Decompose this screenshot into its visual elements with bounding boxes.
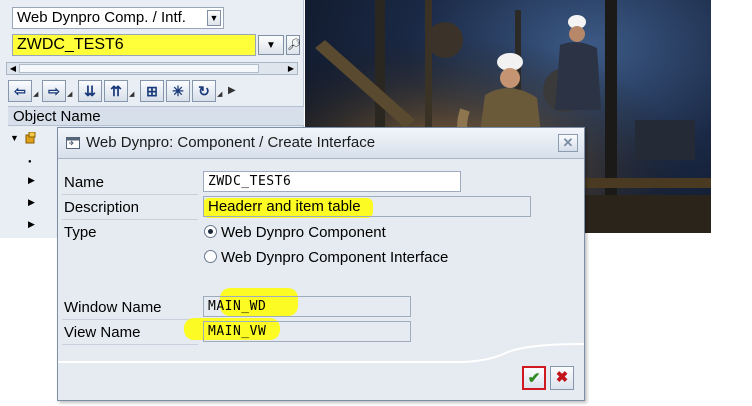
hierarchy-icon[interactable]: ⊞ xyxy=(140,80,164,102)
object-name-column-header: Object Name xyxy=(8,106,304,126)
name-field[interactable]: ZWDC_TEST6 xyxy=(203,171,461,192)
confirm-check-icon[interactable]: ✔ xyxy=(522,366,546,390)
tree-node-child-1[interactable]: ● xyxy=(28,152,40,172)
cancel-x-icon[interactable]: ✖ xyxy=(550,366,574,390)
object-type-select[interactable]: Web Dynpro Comp. / Intf. ▼ xyxy=(12,7,224,29)
window-name-value: MAIN_WD xyxy=(208,299,267,314)
radio-label-component: Web Dynpro Component xyxy=(221,224,386,241)
dialog-titlebar[interactable]: Web Dynpro: Component / Create Interface… xyxy=(58,128,584,159)
description-label: Description xyxy=(64,199,140,216)
window-name-label: Window Name xyxy=(64,299,162,316)
forward-arrow-icon[interactable]: ⇨ xyxy=(42,80,66,102)
select-all-icon[interactable]: ✳ xyxy=(166,80,190,102)
name-value: ZWDC_TEST6 xyxy=(208,174,292,189)
object-name-value: ZWDC_TEST6 xyxy=(17,36,124,53)
tree-node-child-3[interactable]: ▶ xyxy=(28,194,40,214)
object-name-input[interactable]: ZWDC_TEST6 xyxy=(12,34,256,56)
view-name-field[interactable]: MAIN_VW xyxy=(203,321,411,342)
radio-web-dynpro-component-interface[interactable]: Web Dynpro Component Interface xyxy=(204,249,448,266)
component-icon xyxy=(25,131,36,144)
object-name-dropdown-icon[interactable]: ▼ xyxy=(258,35,284,55)
dialog-title: Web Dynpro: Component / Create Interface xyxy=(86,134,376,151)
radio-selected-icon[interactable] xyxy=(204,225,217,238)
create-component-dialog: Web Dynpro: Component / Create Interface… xyxy=(57,127,585,401)
view-name-label: View Name xyxy=(64,324,141,341)
type-label: Type xyxy=(64,224,97,241)
scroll-left-icon[interactable]: ◀ xyxy=(7,63,19,74)
object-type-value: Web Dynpro Comp. / Intf. xyxy=(17,9,186,26)
tree-node-root[interactable]: ▼ xyxy=(10,130,37,150)
tree-node-child-2[interactable]: ▶ xyxy=(28,172,40,192)
more-icon[interactable]: ▶ xyxy=(228,80,236,102)
chevron-down-icon[interactable]: ▼ xyxy=(207,10,221,26)
dialog-window-icon xyxy=(66,137,80,149)
scroll-thumb[interactable] xyxy=(19,64,259,73)
scroll-right-icon[interactable]: ▶ xyxy=(285,63,297,74)
display-object-icon[interactable]: 🔎︎ xyxy=(286,35,301,55)
refresh-icon[interactable]: ↻ xyxy=(192,80,216,102)
name-label: Name xyxy=(64,174,105,191)
dialog-footer-wave xyxy=(58,343,584,363)
navigator-toolbar: ⇦ ◢ ⇨ ◢ ⇊ ⇈ ◢ ⊞ ✳ ↻ ◢ ▶ xyxy=(8,80,300,104)
window-name-field[interactable]: MAIN_WD xyxy=(203,296,411,317)
back-arrow-icon[interactable]: ⇦ xyxy=(8,80,32,102)
radio-unselected-icon[interactable] xyxy=(204,250,217,263)
expand-icon[interactable]: ⇈ xyxy=(104,80,128,102)
tree-node-child-4[interactable]: ▶ xyxy=(28,216,40,236)
radio-web-dynpro-component[interactable]: Web Dynpro Component xyxy=(204,224,386,241)
radio-label-interface: Web Dynpro Component Interface xyxy=(221,249,449,266)
description-field[interactable]: Headerr and item table xyxy=(203,196,531,217)
horizontal-scrollbar[interactable]: ◀ ▶ xyxy=(6,62,298,75)
view-name-value: MAIN_VW xyxy=(208,324,267,339)
collapse-icon[interactable]: ⇊ xyxy=(78,80,102,102)
expand-node-icon[interactable]: ▼ xyxy=(10,133,22,143)
description-value: Headerr and item table xyxy=(208,198,361,215)
close-icon[interactable]: ✕ xyxy=(558,134,578,152)
